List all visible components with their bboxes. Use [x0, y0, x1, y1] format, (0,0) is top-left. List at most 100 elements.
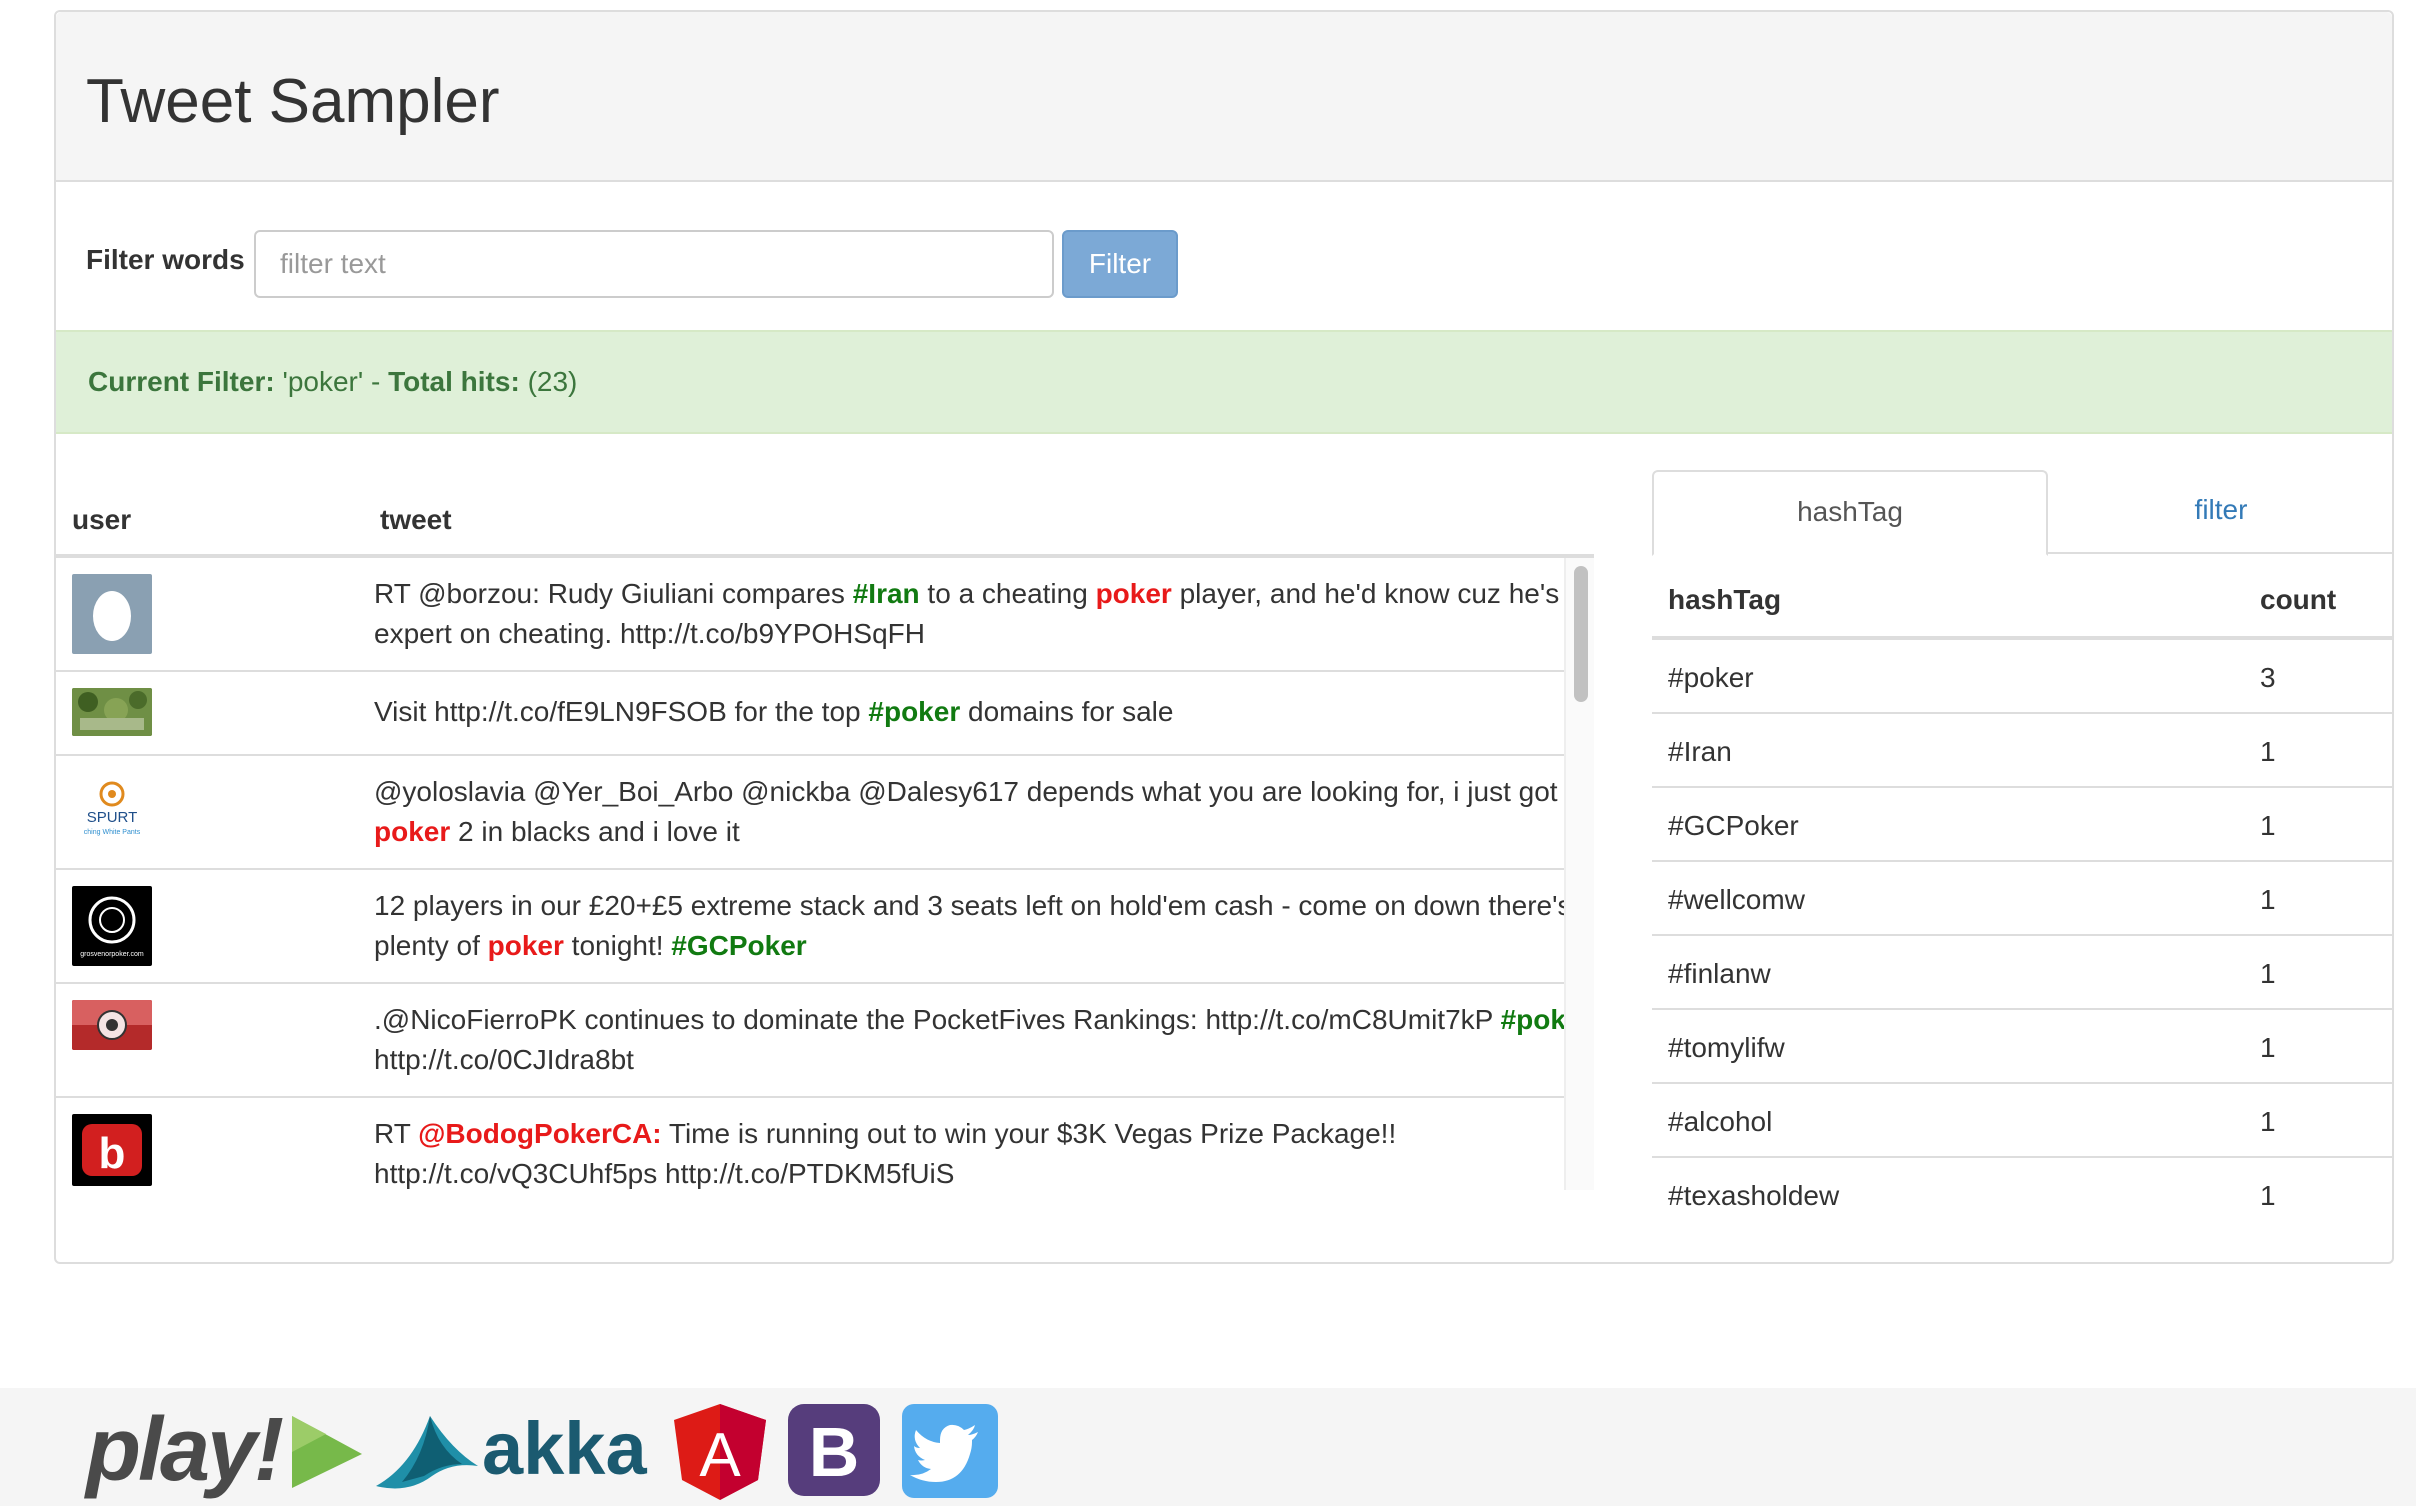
bodog-logo-text: b: [99, 1129, 126, 1178]
table-row: #GCPoker 1: [1652, 788, 2394, 862]
hashtag-name: #poker: [1668, 662, 1754, 693]
table-row: RT @borzou: Rudy Giuliani compares #Iran…: [56, 558, 1594, 672]
hashtag-name: #finlanw: [1668, 958, 1771, 989]
red-badge-avatar: [72, 1000, 152, 1050]
tab-filter[interactable]: filter: [2048, 470, 2394, 554]
hashtag-count: 1: [2260, 1180, 2276, 1211]
play-logo: play!: [86, 1400, 362, 1500]
column-header-tweet: tweet: [380, 504, 452, 535]
filter-highlight: poker: [487, 930, 564, 961]
grosvenor-logo-avatar: grosvenorpoker.com: [72, 886, 152, 966]
tweet-text-segment: .@NicoFierroPK continues to dominate the…: [374, 1004, 1501, 1035]
spurt-logo-text: SPURT: [87, 809, 138, 826]
spurt-logo-avatar: SPURT ching White Pants: [72, 772, 152, 852]
page-title: Tweet Sampler: [86, 67, 500, 136]
table-row: #wellcomw 1: [1652, 862, 2394, 936]
tweets-table-header: user tweet: [56, 482, 1594, 558]
play-logo-text: play!: [86, 1400, 284, 1500]
table-row: #texasholdew 1: [1652, 1158, 2394, 1232]
table-row: grosvenorpoker.com 12 players in our £20…: [56, 870, 1571, 984]
hashtag-count: 1: [2260, 1106, 2276, 1137]
table-row: .@NicoFierroPK continues to dominate the…: [56, 984, 1592, 1098]
hashtag-name: #texasholdew: [1668, 1180, 1840, 1211]
hashtag-name: #tomylifw: [1668, 1032, 1785, 1063]
play-triangle-icon: [292, 1416, 362, 1488]
twitter-logo: [900, 1402, 1000, 1500]
filter-status-alert: Current Filter: 'poker' - Total hits: (2…: [56, 330, 2392, 434]
footer: play! akka A B: [0, 1388, 2416, 1506]
tweets-table: user tweet RT @borzou: Rudy Giuliani com…: [56, 482, 1594, 1190]
filter-highlight: poker: [1095, 578, 1172, 609]
tweets-scrollbar[interactable]: [1564, 558, 1594, 1190]
egg-avatar: [72, 574, 152, 654]
tweet-text-segment: Visit http://t.co/fE9LN9FSOB for the top: [374, 696, 869, 727]
table-row: Visit http://t.co/fE9LN9FSOB for the top…: [56, 672, 1564, 756]
hashtag-name: #wellcomw: [1668, 884, 1805, 915]
hashtag-name: #Iran: [1668, 736, 1732, 767]
spurt-logo-subtext: ching White Pants: [84, 829, 141, 836]
total-hits-label: Total hits:: [388, 366, 520, 397]
status-separator: -: [370, 366, 381, 397]
tweet-text-segment: tonight!: [563, 930, 672, 961]
tweet-text-segment: 2 in blacks and i love it: [450, 816, 740, 847]
tweet-text-segment: @yoloslavia @Yer_Boi_Arbo @nickba @Dales…: [374, 776, 1581, 807]
current-filter-value: 'poker': [282, 366, 364, 397]
bodog-avatar: b: [72, 1114, 152, 1186]
tweet-text-segment: RT @borzou: Rudy Giuliani compares: [374, 578, 853, 609]
tweets-scrollbar-thumb[interactable]: [1574, 566, 1588, 702]
column-header-count: count: [2260, 584, 2337, 615]
panel-heading: Tweet Sampler: [56, 12, 2392, 182]
filter-button[interactable]: Filter: [1062, 230, 1178, 298]
bootstrap-icon: B: [788, 1404, 880, 1496]
hashtag-name: #GCPoker: [1668, 810, 1799, 841]
hashtag-link[interactable]: #poker: [868, 696, 960, 727]
angular-shield-icon: A: [674, 1404, 766, 1500]
current-filter-label: Current Filter:: [88, 366, 275, 397]
hashtag-link[interactable]: #Iran: [853, 578, 920, 609]
hashtag-count: 1: [2260, 736, 2276, 767]
tweet-text: Visit http://t.co/fE9LN9FSOB for the top…: [374, 692, 1594, 732]
table-row: #finlanw 1: [1652, 936, 2394, 1010]
tweet-text-segment: RT: [374, 1118, 419, 1149]
table-row: #alcohol 1: [1652, 1084, 2394, 1158]
hashtag-name: #alcohol: [1668, 1106, 1773, 1137]
column-header-user: user: [72, 504, 132, 535]
table-row: #poker 3: [1652, 640, 2394, 714]
angular-logo: A: [672, 1402, 768, 1500]
tweet-text: @yoloslavia @Yer_Boi_Arbo @nickba @Dales…: [374, 772, 1594, 852]
bootstrap-logo: B: [786, 1402, 882, 1500]
table-row: b RT @BodogPokerCA: Time is running out …: [56, 1098, 1564, 1190]
tweet-text: .@NicoFierroPK continues to dominate the…: [374, 1000, 1594, 1080]
grosvenor-logo-text: grosvenorpoker.com: [80, 951, 144, 958]
side-tabs: hashTag filter: [1652, 470, 2394, 556]
tweets-table-body[interactable]: RT @borzou: Rudy Giuliani compares #Iran…: [56, 558, 1594, 1190]
bootstrap-logo-text: B: [809, 1413, 860, 1491]
table-row: SPURT ching White Pants @yoloslavia @Yer…: [56, 756, 1581, 870]
tweet-text-segment: domains for sale: [960, 696, 1174, 727]
landscape-avatar: [72, 688, 152, 736]
hashtag-count: 3: [2260, 662, 2276, 693]
total-hits-value: (23): [527, 366, 578, 397]
akka-mountain-icon: [376, 1416, 478, 1489]
hashtag-link[interactable]: #GCPoker: [671, 930, 806, 961]
tab-hashtag[interactable]: hashTag: [1652, 470, 2048, 556]
tweet-text-segment: to a cheating: [919, 578, 1096, 609]
tweet-text: 12 players in our £20+£5 extreme stack a…: [374, 886, 1594, 966]
hashtag-count: 1: [2260, 958, 2276, 989]
angular-logo-text: A: [699, 1421, 741, 1490]
twitter-bird-icon: [902, 1404, 998, 1498]
filter-input[interactable]: [254, 230, 1054, 298]
filter-label: Filter words: [86, 244, 245, 275]
column-header-hashtag: hashTag: [1668, 584, 1782, 615]
tweet-text: RT @BodogPokerCA: Time is running out to…: [374, 1114, 1594, 1190]
hashtag-count: 1: [2260, 1032, 2276, 1063]
filter-highlight: poker: [374, 816, 451, 847]
hashtag-count: 1: [2260, 810, 2276, 841]
table-row: #tomylifw 1: [1652, 1010, 2394, 1084]
tweet-text-segment: http://t.co/0CJIdra8bt: [374, 1044, 634, 1075]
filter-highlight: @BodogPokerCA:: [418, 1118, 662, 1149]
tweet-text: RT @borzou: Rudy Giuliani compares #Iran…: [374, 574, 1594, 654]
hashtag-table-header: hashTag count: [1652, 556, 2394, 640]
table-row: #Iran 1: [1652, 714, 2394, 788]
akka-logo-text: akka: [482, 1407, 647, 1490]
